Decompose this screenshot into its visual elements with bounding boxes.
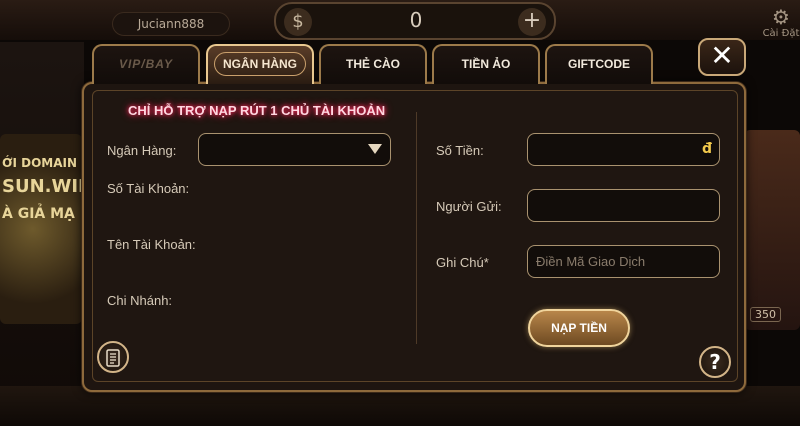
notice-text: CHỈ HỖ TRỢ NẠP RÚT 1 CHỦ TÀI KHOẢN [128,103,386,118]
account-name-label: Tên Tài Khoản: [107,237,196,252]
help-button[interactable]: ? [699,346,731,378]
history-button[interactable] [97,341,129,373]
column-divider [416,112,417,344]
document-icon [106,349,120,367]
close-button[interactable]: ✕ [698,38,746,76]
currency-symbol: đ [702,141,713,157]
balance-bar: $ 0 + [274,2,556,40]
game-thumbnail[interactable]: 350 [744,130,800,330]
gear-icon: ⚙ [772,5,790,29]
tab-bank[interactable]: NGÂN HÀNG [206,44,314,84]
dollar-icon[interactable]: $ [284,8,312,36]
bank-label: Ngân Hàng: [107,143,177,158]
branch-label: Chi Nhánh: [107,293,173,308]
tab-giftcode[interactable]: GIFTCODE [545,44,653,84]
sender-label: Người Gửi: [436,199,502,214]
note-label: Ghi Chú* [436,255,489,270]
tab-virtual-money[interactable]: TIỀN ẢO [432,44,540,84]
tab-card[interactable]: THẺ CÀO [319,44,427,84]
add-funds-icon[interactable]: + [518,8,546,36]
note-input[interactable] [527,245,720,278]
amount-label: Số Tiền: [436,143,484,158]
deposit-button[interactable]: NẠP TIỀN [528,309,630,347]
tab-vip[interactable]: VIP/BAY [92,44,200,84]
amount-input[interactable] [527,133,720,166]
account-number-label: Số Tài Khoản: [107,181,190,196]
close-icon: ✕ [710,39,734,72]
tab-vip-label: VIP/BAY [118,57,174,71]
bank-select[interactable] [198,133,391,166]
username-display: Juciann888 [112,12,230,36]
promo-line-2: SUN.WIN [2,176,82,197]
balance-amount: 0 [409,8,423,32]
tab-card-label: THẺ CÀO [346,57,400,71]
tab-virtual-money-label: TIỀN ẢO [461,57,511,71]
tab-bank-label: NGÂN HÀNG [214,52,306,76]
question-icon: ? [709,350,721,374]
tab-giftcode-label: GIFTCODE [568,57,630,71]
bottom-nav [0,386,800,426]
triangle-down-icon [368,144,382,154]
promo-line-3: À GIẢ MẠ [2,206,75,222]
game-badge: 350 [750,307,781,322]
promo-banner[interactable]: ỚI DOMAIN KH SUN.WIN À GIẢ MẠ [0,134,82,324]
settings-label: Cài Đặt [762,28,800,39]
promo-line-1: ỚI DOMAIN KH [2,156,82,170]
settings-button[interactable]: ⚙ Cài Đặt [762,6,800,46]
sender-input[interactable] [527,189,720,222]
